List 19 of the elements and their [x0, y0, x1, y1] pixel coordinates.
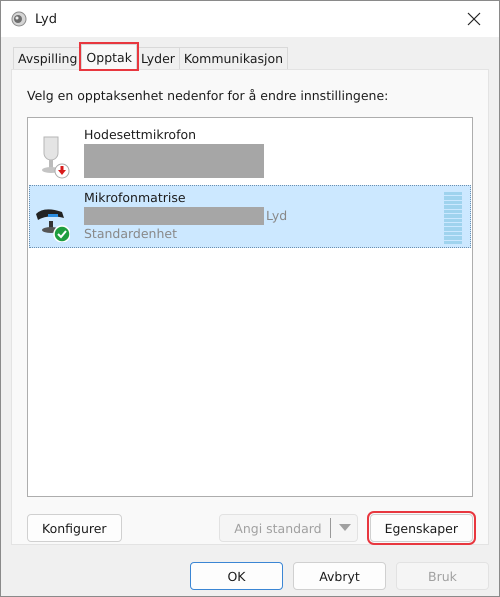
caret-icon — [338, 524, 351, 532]
tab[interactable]: Opptak — [81, 44, 137, 69]
button[interactable]: Egenskaper — [370, 514, 473, 542]
device-name: Hodesettmikrofon — [84, 127, 198, 143]
device-item[interactable]: Mikrofonmatrise Lyd Standardenhet — [29, 185, 471, 248]
close-icon — [466, 11, 482, 27]
device-name: Mikrofonmatrise — [84, 190, 187, 206]
device-status: Standardenhet — [84, 226, 178, 242]
tab[interactable]: Kommunikasjon — [178, 47, 288, 69]
window-title: Lyd — [35, 12, 58, 26]
button[interactable]: Konfigurer — [27, 514, 122, 542]
level-meter — [444, 192, 462, 244]
button[interactable]: Avbryt — [293, 562, 386, 590]
device-list[interactable]: Hodesettmikrofon Mikrofonmatrise Lyd Standardenhet — [27, 117, 473, 497]
speaker-icon — [11, 11, 27, 27]
instruction-text: Velg en opptaksenhet nedenfor for å endre innstillingene: — [27, 88, 390, 103]
device-detail: Lyd — [266, 208, 288, 224]
button[interactable]: OK — [190, 562, 283, 590]
device-item[interactable]: Hodesettmikrofon — [29, 122, 471, 185]
